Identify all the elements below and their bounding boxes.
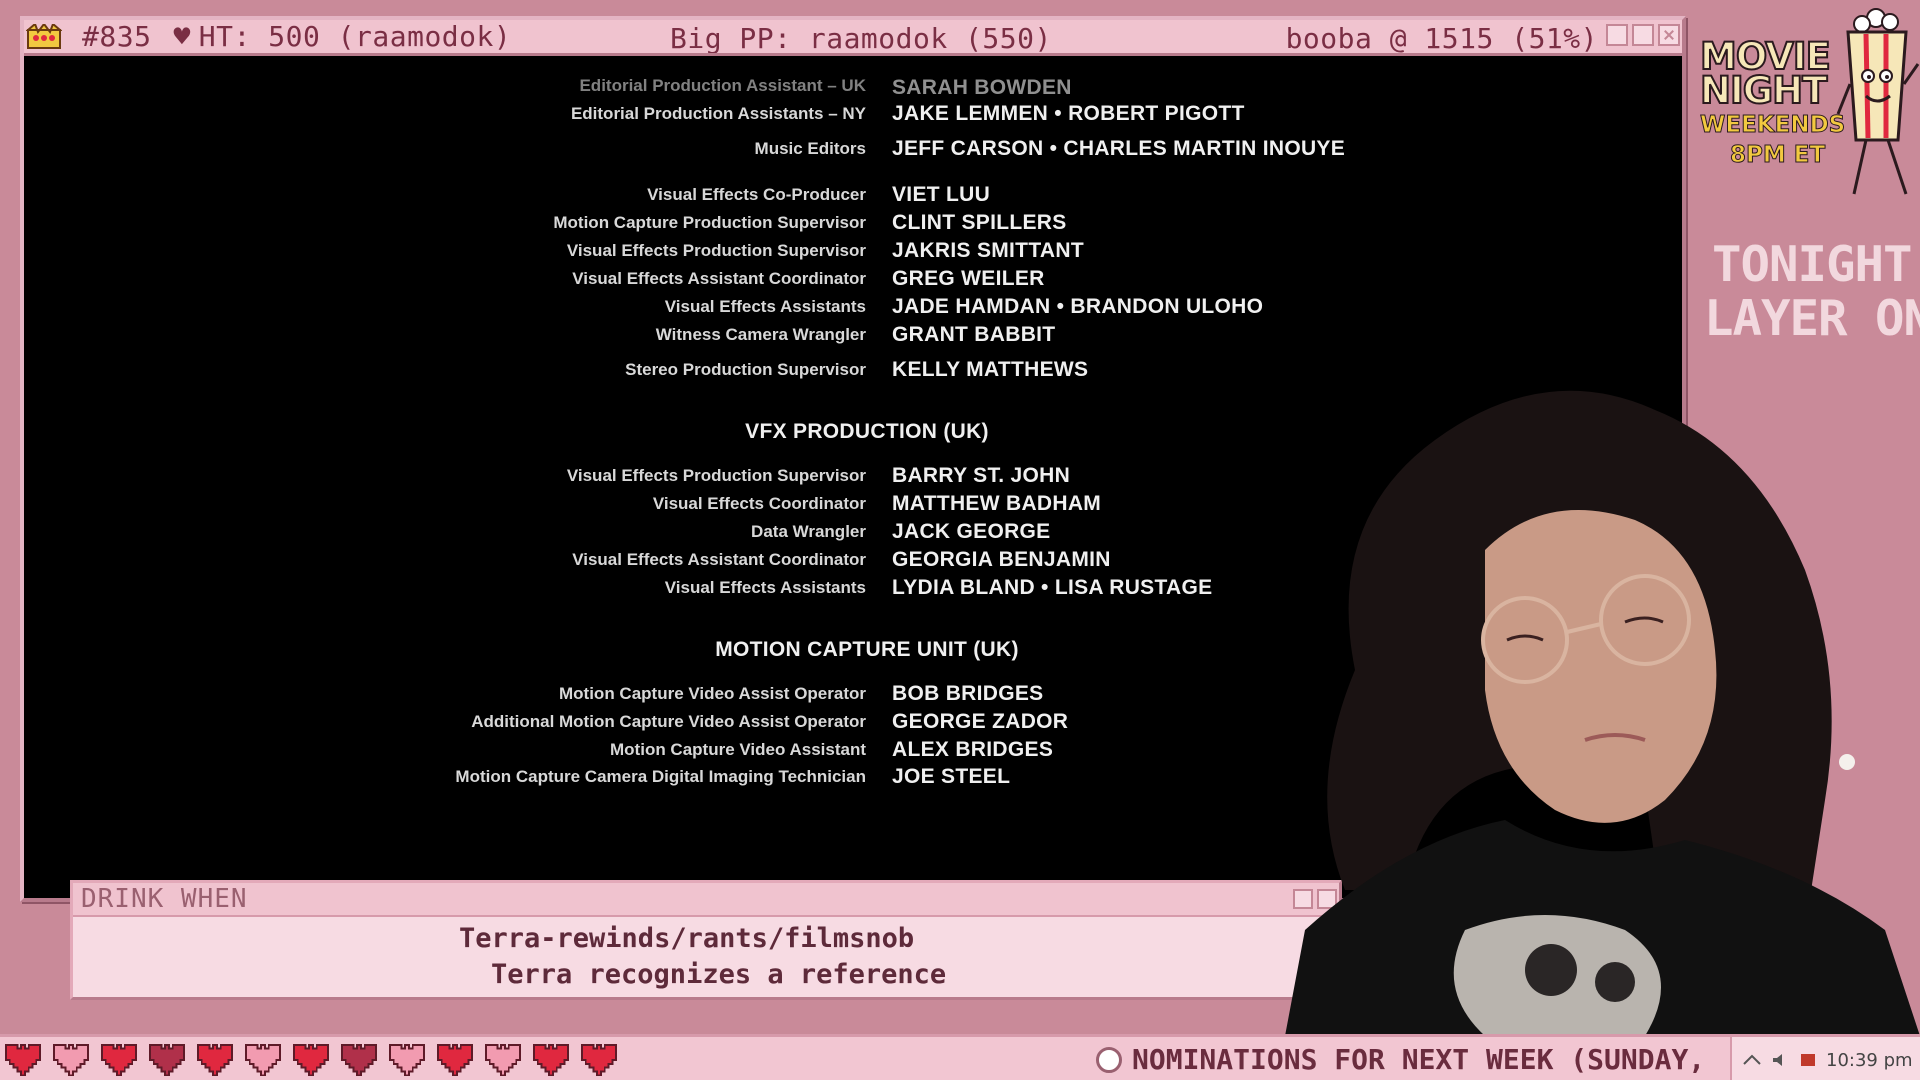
credit-role: Motion Capture Video Assist Operator	[559, 684, 866, 703]
movie-night-logo: MOVIE NIGHT WEEKENDS 8PM ET	[1699, 37, 1846, 200]
credit-name: JACK GEORGE	[892, 520, 1051, 543]
credit-name: GEORGIA BENJAMIN	[892, 548, 1111, 571]
credit-role: Visual Effects Co-Producer	[647, 185, 866, 204]
credit-row: Visual Effects Assistants JADE HAMDAN • …	[24, 295, 1682, 321]
crown-icon	[26, 23, 62, 50]
credit-row: Visual Effects Assistant Coordinator GRE…	[24, 267, 1682, 293]
credit-name: JEFF CARSON • CHARLES MARTIN INOUYE	[892, 137, 1346, 160]
streamer-webcam	[1285, 390, 1920, 1036]
heart-red-icon	[532, 1043, 570, 1077]
credit-name: GRANT BABBIT	[892, 323, 1056, 346]
credit-role: Data Wrangler	[751, 522, 866, 541]
credit-name: BARRY ST. JOHN	[892, 464, 1071, 487]
credit-name: SARAH BOWDEN	[892, 76, 1072, 99]
credit-role: Additional Motion Capture Video Assist O…	[471, 712, 866, 731]
heart-red-icon	[292, 1043, 330, 1077]
close-button[interactable]	[1658, 24, 1680, 46]
movie-night-weekends: WEEKENDS	[1700, 112, 1846, 139]
credit-role: Editorial Production Assistants – NY	[570, 104, 866, 123]
credit-name: JAKRIS SMITTANT	[892, 239, 1084, 262]
credit-name: GREG WEILER	[892, 267, 1045, 290]
credit-role: Music Editors	[754, 139, 866, 158]
heart-pink-icon	[52, 1043, 90, 1077]
credit-role: Visual Effects Assistant Coordinator	[572, 550, 866, 569]
credit-name: CLINT SPILLERS	[892, 211, 1067, 234]
heart-dark-icon	[340, 1043, 378, 1077]
bottom-taskbar: NOMINATIONS FOR NEXT WEEK (SUNDAY, 10:39…	[0, 1034, 1920, 1080]
heart-red-icon	[436, 1043, 474, 1077]
credit-role: Visual Effects Production Supervisor	[566, 241, 866, 260]
network-icon[interactable]	[1742, 1050, 1762, 1070]
heart-icon: ♥	[173, 20, 191, 53]
credit-role: Witness Camera Wrangler	[655, 325, 866, 344]
credit-row: Editorial Production Assistant – UK SARA…	[24, 76, 1682, 102]
credit-role: Motion Capture Camera Digital Imaging Te…	[455, 767, 866, 786]
maximize-button[interactable]	[1632, 24, 1654, 46]
credit-row: Visual Effects Production Supervisor JAK…	[24, 239, 1682, 265]
drink-when-title: DRINK WHEN	[81, 884, 248, 914]
tonight-movie: LAYER ONE	[1704, 290, 1920, 347]
credit-row: Visual Effects Co-Producer VIET LUU	[24, 183, 1682, 209]
credit-row: Music Editors JEFF CARSON • CHARLES MART…	[24, 137, 1682, 163]
credit-role: Visual Effects Assistant Coordinator	[572, 269, 866, 288]
credit-role: Motion Capture Video Assistant	[610, 740, 866, 759]
credit-name: GEORGE ZADOR	[892, 710, 1069, 733]
credit-row: Witness Camera Wrangler GRANT BABBIT	[24, 323, 1682, 349]
credit-name: VIET LUU	[892, 183, 991, 206]
credit-name: JAKE LEMMEN • ROBERT PIGOTT	[892, 102, 1245, 125]
drink-when-titlebar: DRINK WHEN	[73, 883, 1339, 917]
drink-when-panel: DRINK WHEN Terra-rewinds/rants/filmsnob …	[70, 880, 1342, 1000]
window-titlebar[interactable]: #835 ♥ HT: 500 (raamodok) Big PP: raamod…	[24, 20, 1682, 56]
heart-red-icon	[100, 1043, 138, 1077]
heart-pink-icon	[244, 1043, 282, 1077]
credit-role: Visual Effects Assistants	[664, 297, 866, 316]
credit-role: Visual Effects Coordinator	[652, 494, 866, 513]
movie-night-title-2: NIGHT	[1699, 69, 1828, 112]
hearts-meter	[2, 1041, 620, 1079]
heart-red-icon	[580, 1043, 618, 1077]
popcorn-mascot-icon	[1836, 8, 1920, 195]
heart-pink-icon	[388, 1043, 426, 1077]
big-pp-label: Big PP: raamodok (550)	[670, 22, 1052, 55]
tonight-banner: TONIGHT: LAYER ONE	[1704, 236, 1920, 346]
credit-name: KELLY MATTHEWS	[892, 358, 1089, 381]
credit-role: Stereo Production Supervisor	[625, 360, 866, 379]
minimize-button[interactable]	[1606, 24, 1628, 46]
heart-dark-icon	[148, 1043, 186, 1077]
tonight-label: TONIGHT:	[1712, 236, 1920, 293]
credit-row: Motion Capture Production Supervisor CLI…	[24, 211, 1682, 237]
heart-pink-icon	[484, 1043, 522, 1077]
speaker-icon[interactable]	[1770, 1050, 1790, 1070]
heart-red-icon	[196, 1043, 234, 1077]
drink-rule-1: Terra-rewinds/rants/filmsnob	[459, 923, 915, 954]
window-controls	[1606, 24, 1680, 46]
credit-name: BOB BRIDGES	[892, 682, 1044, 705]
ticker-text: NOMINATIONS FOR NEXT WEEK (SUNDAY,	[1132, 1043, 1706, 1076]
credit-name: LYDIA BLAND • LISA RUSTAGE	[892, 576, 1213, 599]
rank-label: #835	[82, 20, 152, 53]
credit-name: ALEX BRIDGES	[892, 738, 1054, 761]
battery-icon[interactable]	[1798, 1050, 1818, 1070]
credit-role: Motion Capture Production Supervisor	[553, 213, 866, 232]
credit-row: Editorial Production Assistants – NY JAK…	[24, 102, 1682, 128]
heart-red-icon	[4, 1043, 42, 1077]
credit-name: MATTHEW BADHAM	[892, 492, 1102, 515]
credit-name: JOE STEEL	[892, 765, 1011, 788]
drink-rule-2: Terra recognizes a reference	[491, 959, 947, 990]
news-ticker: NOMINATIONS FOR NEXT WEEK (SUNDAY,	[1096, 1043, 1705, 1076]
hype-train-label: HT: 500 (raamodok)	[198, 20, 512, 53]
movie-night-time: 8PM ET	[1730, 142, 1826, 169]
credit-role: Visual Effects Production Supervisor	[566, 466, 866, 485]
credit-name: JADE HAMDAN • BRANDON ULOHO	[892, 295, 1264, 318]
system-tray: 10:39 pm	[1730, 1037, 1920, 1080]
record-dot-icon	[1096, 1046, 1122, 1073]
credit-role: Editorial Production Assistant – UK	[579, 76, 866, 95]
clock[interactable]: 10:39 pm	[1826, 1050, 1913, 1071]
booba-label: booba @ 1515 (51%)	[1285, 22, 1598, 55]
credit-role: Visual Effects Assistants	[664, 578, 866, 597]
